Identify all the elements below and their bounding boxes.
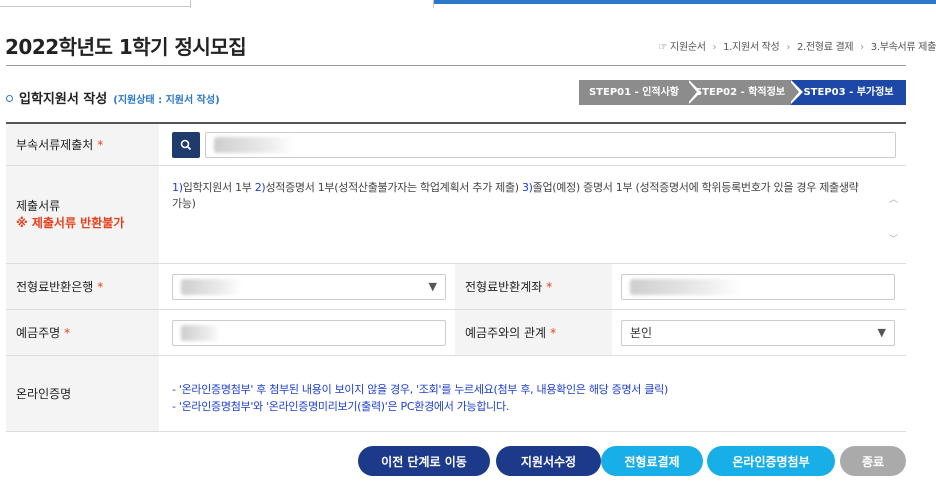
redacted-value — [181, 278, 241, 295]
circle-bullet-icon — [6, 95, 13, 102]
step-arrow — [789, 80, 799, 104]
holder-relation-field: 본인 ▼ — [621, 310, 895, 355]
chevron-right-icon: › — [860, 42, 864, 53]
redacted-value — [214, 136, 294, 153]
account-holder-field — [172, 310, 446, 355]
online-cert-notes: - '온라인증명첨부' 후 첨부된 내용이 보이지 않을 경우, '조회'를 누… — [172, 381, 668, 415]
redacted-value — [630, 278, 740, 295]
edit-application-button[interactable]: 지원서수정 — [496, 446, 601, 476]
label-refund-account: 전형료반환계좌 * — [455, 264, 612, 309]
breadcrumb: ☞ 지원순서 › 1.지원서 작성 › 2.전형료 결제 › 3.부속서류 제출 — [658, 38, 936, 53]
section-title: 입학지원서 작성 — [19, 92, 108, 107]
refund-account-input[interactable] — [621, 273, 895, 300]
refund-bank-field: ▼ — [172, 264, 446, 309]
account-holder-input[interactable] — [172, 319, 446, 346]
top-tab-edge — [0, 0, 190, 7]
step-arrow — [687, 80, 697, 104]
scroll-down-icon[interactable]: ﹀ — [889, 232, 898, 245]
application-form: 부속서류제출처 * 제출서류 ※ 제출서류 반환불가 1)입학지원서 1부 2)성… — [6, 122, 906, 432]
online-cert-note-2: - '온라인증명첨부'와 '온라인증명미리보기(출력)'은 PC환경에서 가능합… — [172, 400, 510, 413]
chevron-right-icon: › — [712, 42, 717, 53]
breadcrumb-lead: 지원순서 — [670, 42, 706, 53]
label-refund-bank: 전형료반환은행 * — [6, 264, 159, 309]
breadcrumb-item: 1.지원서 작성 — [723, 42, 780, 53]
application-status: (지원상태 : 지원서 작성) — [113, 95, 220, 106]
breadcrumb-item: 2.전형료 결제 — [796, 42, 854, 53]
chevron-down-icon: ▼ — [877, 326, 886, 339]
redacted-value — [181, 324, 221, 341]
chevron-right-icon: › — [786, 42, 791, 53]
step-indicator: STEP01 - 인적사항 STEP02 - 학적정보 STEP03 - 부가정… — [579, 80, 906, 105]
row-docs-office: 부속서류제출처 * — [6, 124, 906, 166]
step-3-current: STEP03 - 부가정보 — [791, 80, 906, 105]
page-title: 2022학년도 1학기 정시모집 — [5, 35, 247, 59]
no-return-warning: ※ 제출서류 반환불가 — [16, 215, 125, 230]
online-cert-note-1: - '온라인증명첨부' 후 첨부된 내용이 보이지 않을 경우, '조회'를 누… — [172, 383, 668, 396]
prev-step-button[interactable]: 이전 단계로 이동 — [358, 446, 490, 476]
attach-online-cert-button[interactable]: 온라인증명첨부 — [707, 446, 835, 476]
close-button[interactable]: 종료 — [840, 446, 906, 476]
title-divider — [6, 65, 906, 66]
row-holder: 예금주명 * 예금주와의 관계 * 본인 ▼ — [6, 310, 906, 356]
label-docs-office: 부속서류제출처 * — [6, 124, 159, 165]
refund-bank-select[interactable]: ▼ — [172, 273, 446, 300]
docs-office-field — [172, 124, 896, 165]
holder-relation-value: 본인 — [630, 326, 653, 340]
row-online-cert: 온라인증명 - '온라인증명첨부' 후 첨부된 내용이 보이지 않을 경우, '… — [6, 356, 906, 432]
top-tab-strip — [0, 0, 936, 8]
docs-office-input[interactable] — [205, 131, 896, 158]
search-icon — [180, 139, 192, 150]
row-documents: 제출서류 ※ 제출서류 반환불가 1)입학지원서 1부 2)성적증명서 1부(성… — [6, 166, 906, 264]
label-online-cert: 온라인증명 — [6, 356, 159, 431]
label-documents: 제출서류 ※ 제출서류 반환불가 — [6, 166, 159, 263]
section-heading: 입학지원서 작성 (지원상태 : 지원서 작성) — [6, 88, 220, 107]
hand-pointer-icon: ☞ — [658, 42, 668, 53]
documents-text: 1)입학지원서 1부 2)성적증명서 1부(성적산출불가자는 학업계획서 추가 … — [172, 181, 859, 210]
step-2: STEP02 - 학적정보 — [689, 80, 791, 105]
top-tab-active — [190, 0, 434, 8]
label-account-holder: 예금주명 * — [6, 310, 159, 355]
chevron-down-icon: ▼ — [428, 280, 437, 293]
row-refund: 전형료반환은행 * ▼ 전형료반환계좌 * — [6, 264, 906, 310]
pay-fee-button[interactable]: 전형료결제 — [601, 446, 703, 476]
scroll-up-icon[interactable]: ︿ — [889, 192, 898, 205]
step-1: STEP01 - 인적사항 — [579, 80, 689, 105]
holder-relation-select[interactable]: 본인 ▼ — [621, 319, 895, 346]
breadcrumb-item: 3.부속서류 제출 — [870, 42, 936, 53]
top-tab-bar — [434, 0, 936, 4]
search-button[interactable] — [172, 131, 200, 158]
refund-account-field — [621, 264, 895, 309]
label-holder-relation: 예금주와의 관계 * — [455, 310, 612, 355]
